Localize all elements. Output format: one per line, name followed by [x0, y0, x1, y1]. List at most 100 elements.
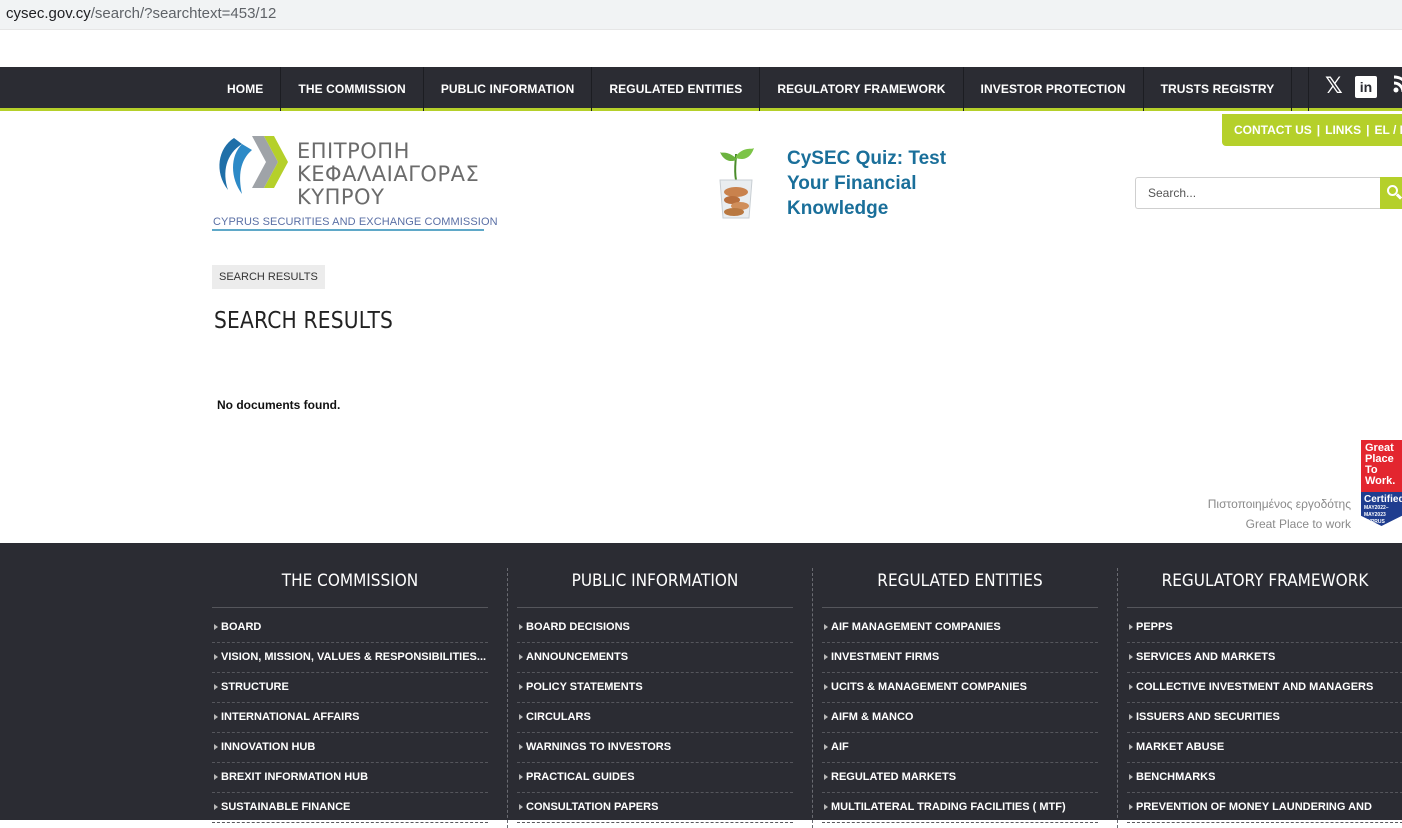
footer-link-label: AIF MANAGEMENT COMPANIES	[831, 621, 1001, 633]
footer-link[interactable]: COLLECTIVE INVESTMENT AND MANAGERS	[1127, 673, 1402, 703]
footer-link-label: INVESTMENT FIRMS	[831, 651, 939, 663]
footer-link[interactable]: PREVENTION OF MONEY LAUNDERING AND	[1127, 793, 1402, 823]
footer-link-label: PEPPS	[1136, 621, 1173, 633]
footer-link-label: PREVENTION OF MONEY LAUNDERING AND	[1136, 801, 1372, 813]
footer-link[interactable]: PRACTICAL GUIDES	[517, 763, 793, 793]
footer-link[interactable]: AIF MANAGEMENT COMPANIES	[822, 613, 1098, 643]
footer-link-label: BREXIT INFORMATION HUB	[221, 771, 368, 783]
results-message: No documents found.	[217, 398, 340, 412]
footer-divider	[1117, 568, 1118, 828]
footer-link[interactable]: AIFM & MANCO	[822, 703, 1098, 733]
language-switch[interactable]: EL / EN	[1375, 123, 1402, 137]
gptw-badge-bottom: Certified MAY2022–MAY2023 CYPRUS	[1361, 492, 1402, 526]
footer-link[interactable]: WARNINGS TO INVESTORS	[517, 733, 793, 763]
footer-link[interactable]: INTERNATIONAL AFFAIRS	[212, 703, 488, 733]
footer-link[interactable]: CIRCULARS	[517, 703, 793, 733]
linkedin-icon[interactable]: in	[1355, 76, 1377, 98]
footer-link[interactable]: ANNOUNCEMENTS	[517, 643, 793, 673]
caret-right-icon	[519, 774, 523, 780]
footer-divider	[812, 568, 813, 828]
caret-right-icon	[1129, 654, 1133, 660]
caret-right-icon	[1129, 714, 1133, 720]
search-button[interactable]	[1380, 177, 1402, 209]
footer-link[interactable]: SUSTAINABLE FINANCE	[212, 793, 488, 823]
footer-link-label: MULTILATERAL TRADING FACILITIES ( MTF)	[831, 801, 1066, 813]
caret-right-icon	[214, 624, 218, 630]
nav-item-the-commission[interactable]: THE COMMISSION	[281, 67, 423, 111]
footer-column-title[interactable]: REGULATORY FRAMEWORK	[1141, 568, 1389, 594]
page-title: SEARCH RESULTS	[214, 308, 393, 334]
footer-divider	[507, 568, 508, 828]
cysec-logo[interactable]: ΕΠΙΤΡΟΠΗ ΚΕΦΑΛΑΙΑΓΟΡΑΣ ΚΥΠΡΟΥ CYPRUS SEC…	[212, 130, 487, 234]
logo-greek-text: ΕΠΙΤΡΟΠΗ ΚΕΦΑΛΑΙΑΓΟΡΑΣ ΚΥΠΡΟΥ	[297, 140, 479, 209]
nav-item-investor-protection[interactable]: INVESTOR PROTECTION	[964, 67, 1144, 111]
footer-link[interactable]: CONSULTATION PAPERS	[517, 793, 793, 823]
footer-link[interactable]: INNOVATION HUB	[212, 733, 488, 763]
footer-column-the-commission: THE COMMISSION BOARDVISION, MISSION, VALU…	[212, 568, 488, 823]
footer-column-title[interactable]: PUBLIC INFORMATION	[531, 568, 779, 594]
footer-link[interactable]: POLICY STATEMENTS	[517, 673, 793, 703]
caret-right-icon	[519, 654, 523, 660]
footer-link[interactable]: SERVICES AND MARKETS	[1127, 643, 1402, 673]
footer-link-label: MARKET ABUSE	[1136, 741, 1224, 753]
footer-link[interactable]: BOARD	[212, 613, 488, 643]
links-link[interactable]: LINKS	[1325, 123, 1361, 137]
gptw-badge-top: Great Place To Work.	[1361, 440, 1402, 492]
footer-link-list: BOARDVISION, MISSION, VALUES & RESPONSIB…	[212, 613, 488, 823]
footer-link[interactable]: UCITS & MANAGEMENT COMPANIES	[822, 673, 1098, 703]
gptw-badge[interactable]: Great Place To Work. Certified MAY2022–M…	[1361, 440, 1402, 526]
caret-right-icon	[1129, 744, 1133, 750]
footer-link[interactable]: BOARD DECISIONS	[517, 613, 793, 643]
footer-link-label: UCITS & MANAGEMENT COMPANIES	[831, 681, 1027, 693]
nav-item-public-information[interactable]: PUBLIC INFORMATION	[424, 67, 593, 111]
quiz-banner[interactable]: CySEC Quiz: Test Your Financial Knowledg…	[712, 142, 972, 226]
caret-right-icon	[519, 744, 523, 750]
rss-icon-svg	[1393, 75, 1402, 93]
caret-right-icon	[824, 774, 828, 780]
caret-right-icon	[519, 804, 523, 810]
footer-link[interactable]: STRUCTURE	[212, 673, 488, 703]
footer-column-title[interactable]: THE COMMISSION	[226, 568, 474, 594]
footer-link[interactable]: PEPPS	[1127, 613, 1402, 643]
caret-right-icon	[824, 744, 828, 750]
url-text[interactable]: cysec.gov.cy/search/?searchtext=453/12	[6, 5, 276, 22]
footer-link[interactable]: BENCHMARKS	[1127, 763, 1402, 793]
footer-link-label: POLICY STATEMENTS	[526, 681, 643, 693]
rss-icon[interactable]	[1393, 75, 1402, 99]
footer-link[interactable]: REGULATED MARKETS	[822, 763, 1098, 793]
nav-item-home[interactable]: HOME	[210, 67, 281, 111]
footer-link[interactable]: ISSUERS AND SECURITIES	[1127, 703, 1402, 733]
caret-right-icon	[824, 804, 828, 810]
footer-link[interactable]: MULTILATERAL TRADING FACILITIES ( MTF)	[822, 793, 1098, 823]
footer-link[interactable]: INVESTMENT FIRMS	[822, 643, 1098, 673]
breadcrumb[interactable]: SEARCH RESULTS	[212, 265, 325, 289]
footer-link[interactable]: VISION, MISSION, VALUES & RESPONSIBILITI…	[212, 643, 488, 673]
caret-right-icon	[214, 684, 218, 690]
caret-right-icon	[519, 684, 523, 690]
footer-link-label: SERVICES AND MARKETS	[1136, 651, 1275, 663]
caret-right-icon	[824, 684, 828, 690]
url-host: cysec.gov.cy	[6, 5, 91, 22]
caret-right-icon	[824, 624, 828, 630]
contact-us-link[interactable]: CONTACT US	[1234, 123, 1312, 137]
nav-item-regulatory-framework[interactable]: REGULATORY FRAMEWORK	[760, 67, 963, 111]
address-bar[interactable]: cysec.gov.cy/search/?searchtext=453/12	[0, 0, 1402, 30]
footer-link[interactable]: BREXIT INFORMATION HUB	[212, 763, 488, 793]
footer-link-label: SUSTAINABLE FINANCE	[221, 801, 350, 813]
footer-column-title[interactable]: REGULATED ENTITIES	[836, 568, 1084, 594]
nav-item-regulated-entities[interactable]: REGULATED ENTITIES	[592, 67, 760, 111]
footer-link[interactable]: MARKET ABUSE	[1127, 733, 1402, 763]
footer-link-label: BOARD DECISIONS	[526, 621, 630, 633]
logo-underline	[212, 229, 484, 231]
caret-right-icon	[1129, 804, 1133, 810]
search-input[interactable]	[1135, 177, 1380, 209]
caret-right-icon	[824, 714, 828, 720]
gptw-caption: Πιστοποιημένος εργοδότης Great Place to …	[1208, 494, 1351, 534]
footer-link[interactable]: AIF	[822, 733, 1098, 763]
x-icon[interactable]: 𝕏	[1325, 75, 1343, 99]
footer-link-label: COLLECTIVE INVESTMENT AND MANAGERS	[1136, 681, 1373, 693]
footer-link-label: AIFM & MANCO	[831, 711, 914, 723]
footer-link-label: BENCHMARKS	[1136, 771, 1215, 783]
footer: THE COMMISSION BOARDVISION, MISSION, VALU…	[0, 543, 1402, 820]
nav-item-trusts-registry[interactable]: TRUSTS REGISTRY	[1144, 67, 1293, 111]
